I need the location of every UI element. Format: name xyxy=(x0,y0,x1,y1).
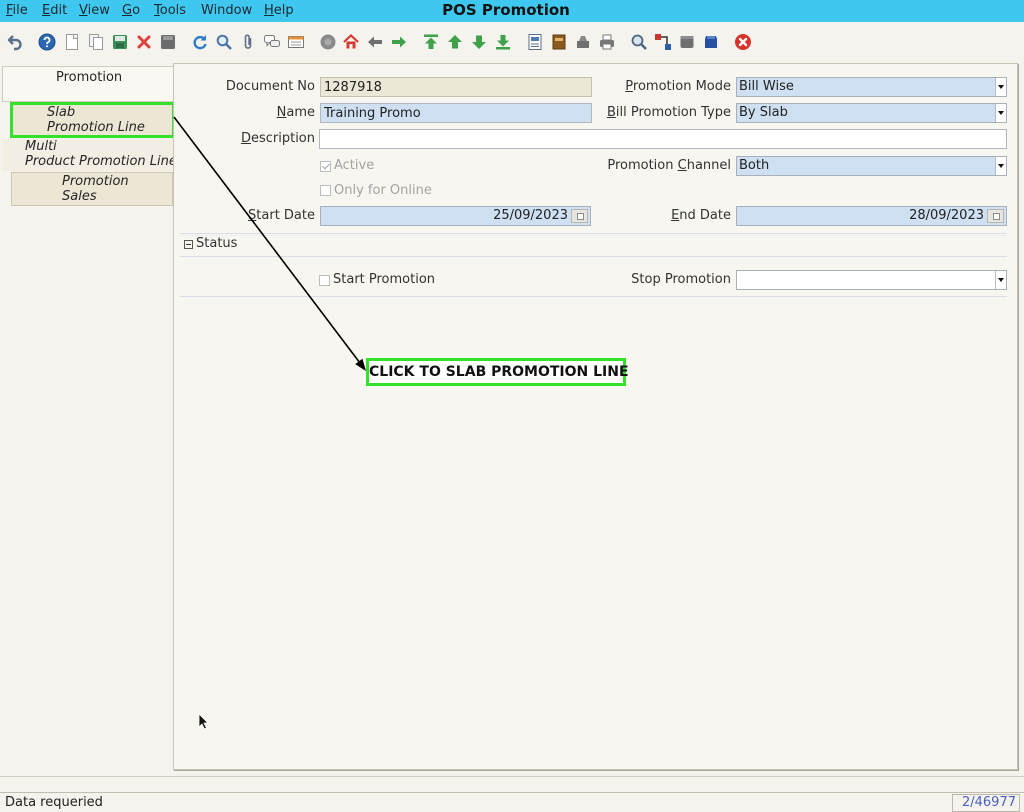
print-icon[interactable] xyxy=(598,33,616,51)
start-promotion-checkbox[interactable] xyxy=(319,275,330,286)
tab-label: Product Promotion Line xyxy=(25,154,177,169)
request-icon[interactable] xyxy=(678,33,696,51)
first-record-icon[interactable] xyxy=(422,33,440,51)
status-section-title[interactable]: Status xyxy=(196,236,237,251)
tab-promotion-sales[interactable]: Promotion Sales xyxy=(11,172,173,206)
mouse-cursor-icon xyxy=(198,713,209,730)
only-for-online-checkbox[interactable] xyxy=(320,185,331,196)
stop-promotion-select[interactable] xyxy=(736,270,1007,290)
undo-icon[interactable] xyxy=(6,33,24,51)
chat-icon[interactable] xyxy=(263,33,281,51)
save-disabled-icon[interactable] xyxy=(159,33,177,51)
calendar-button[interactable] xyxy=(571,209,588,223)
tab-multi-product-promotion-line[interactable]: Multi Product Promotion Line xyxy=(2,139,177,171)
divider xyxy=(180,233,1007,234)
next-record-icon[interactable] xyxy=(470,33,488,51)
promotion-channel-value: Both xyxy=(739,158,770,173)
promotion-mode-select[interactable]: Bill Wise xyxy=(736,77,1007,97)
bill-promotion-type-value: By Slab xyxy=(739,105,788,120)
end-date-value: 28/09/2023 xyxy=(909,208,984,223)
tab-label: Promotion Line xyxy=(47,120,145,135)
promotion-mode-label: Promotion Mode xyxy=(625,79,731,94)
end-date-label: End Date xyxy=(671,208,731,223)
divider xyxy=(180,256,1007,257)
dropdown-arrow-icon[interactable] xyxy=(995,271,1006,289)
promotion-channel-label: Promotion Channel xyxy=(607,158,731,173)
delete-icon[interactable] xyxy=(135,33,153,51)
name-label: Name xyxy=(276,105,315,120)
window-title: POS Promotion xyxy=(442,1,570,19)
status-bar: Data requeried 2/46977 xyxy=(0,792,1024,812)
dropdown-arrow-icon[interactable] xyxy=(995,157,1006,175)
refresh-icon[interactable] xyxy=(191,33,209,51)
promotion-channel-select[interactable]: Both xyxy=(736,156,1007,176)
bill-promotion-type-label: Bill Promotion Type xyxy=(606,105,731,120)
document-no-field[interactable] xyxy=(320,77,592,97)
stop-promotion-label: Stop Promotion xyxy=(631,272,731,287)
start-promotion-label: Start Promotion xyxy=(333,272,436,287)
tab-slab-promotion-line[interactable]: Slab Promotion Line xyxy=(11,104,173,137)
only-for-online-label: Only for Online xyxy=(334,183,432,198)
product-icon[interactable] xyxy=(702,33,720,51)
workflow-icon[interactable] xyxy=(654,33,672,51)
toolbar xyxy=(0,22,1024,62)
end-date-field[interactable]: 28/09/2023 xyxy=(736,206,1007,226)
status-message: Data requeried xyxy=(5,795,103,810)
new-record-icon[interactable] xyxy=(63,33,81,51)
tab-label: Slab xyxy=(47,105,76,120)
back-icon[interactable] xyxy=(366,33,384,51)
start-date-value: 25/09/2023 xyxy=(493,208,568,223)
promotion-mode-value: Bill Wise xyxy=(739,79,794,94)
save-icon[interactable] xyxy=(111,33,129,51)
document-no-label: Document No xyxy=(225,79,315,94)
divider xyxy=(180,235,1007,236)
tab-label: Promotion xyxy=(62,174,129,189)
zoom-across-icon[interactable] xyxy=(630,33,648,51)
name-field[interactable] xyxy=(320,103,592,123)
home-icon[interactable] xyxy=(342,33,360,51)
active-label: Active xyxy=(334,158,375,173)
forward-icon[interactable] xyxy=(390,33,408,51)
start-date-label: Start Date xyxy=(248,208,315,223)
tab-promotion[interactable]: Promotion xyxy=(2,66,173,102)
bill-promotion-type-select[interactable]: By Slab xyxy=(736,103,1007,123)
tab-label: Multi xyxy=(25,139,57,154)
previous-record-icon[interactable] xyxy=(446,33,464,51)
report-icon[interactable] xyxy=(526,33,544,51)
tab-label: Sales xyxy=(62,189,97,204)
dropdown-arrow-icon[interactable] xyxy=(995,104,1006,122)
calendar-button[interactable] xyxy=(987,209,1004,223)
promotion-channel-label-part: Promotion xyxy=(607,158,674,173)
tab-label: Promotion xyxy=(56,70,123,85)
active-checkbox[interactable] xyxy=(320,161,331,172)
attachment-icon[interactable] xyxy=(239,33,257,51)
product-info-icon[interactable] xyxy=(574,33,592,51)
divider xyxy=(0,776,1024,777)
description-label: Description xyxy=(240,131,315,146)
last-record-icon[interactable] xyxy=(494,33,512,51)
history-icon[interactable] xyxy=(287,33,305,51)
start-date-field[interactable]: 25/09/2023 xyxy=(320,206,591,226)
help-icon[interactable] xyxy=(38,33,56,51)
archive-icon[interactable] xyxy=(319,33,337,51)
description-field[interactable] xyxy=(319,129,1007,149)
annotation-callout: CLICK TO SLAB PROMOTION LINE xyxy=(366,358,629,386)
copy-record-icon[interactable] xyxy=(87,33,105,51)
close-window-icon[interactable] xyxy=(734,33,752,51)
dropdown-arrow-icon[interactable] xyxy=(995,78,1006,96)
archived-documents-icon[interactable] xyxy=(550,33,568,51)
menu-bar: File Edit View Go Tools Window Help POS … xyxy=(0,0,1024,22)
collapse-icon[interactable] xyxy=(184,240,193,249)
promotion-channel-label-part: Channel xyxy=(677,158,731,173)
divider xyxy=(180,296,1007,297)
find-icon[interactable] xyxy=(215,33,233,51)
record-counter[interactable]: 2/46977 xyxy=(952,794,1020,812)
